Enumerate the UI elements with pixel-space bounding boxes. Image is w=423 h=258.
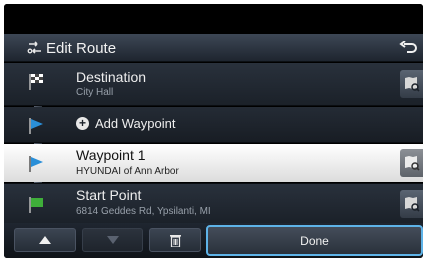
header-bar: Edit Route [4,34,423,62]
trash-icon [169,234,181,247]
blue-flag-icon [29,156,43,172]
add-waypoint-button[interactable]: + Add Waypoint [76,116,175,131]
route-item-start-point[interactable]: Start Point 6814 Geddes Rd, Ypsilanti, M… [4,183,423,223]
arrow-down-icon [106,236,119,244]
plus-circle-icon: + [76,117,89,130]
destination-map-search-button[interactable] [400,70,423,98]
waypoint-1-title: Waypoint 1 [76,147,146,163]
destination-subtitle: City Hall [76,87,114,98]
start-point-map-search-button[interactable] [400,190,423,218]
done-button[interactable]: Done [206,225,423,256]
green-flag-icon [29,197,43,213]
waypoint-1-map-search-button[interactable] [400,149,423,177]
move-down-button[interactable] [82,228,143,252]
status-bar [4,4,423,34]
nav-screen: Edit Route Destination City Hall + Add W… [4,4,423,258]
map-search-icon [404,77,420,92]
checkered-flag-icon [29,74,43,90]
delete-button[interactable] [149,228,201,252]
arrow-up-icon [39,236,51,244]
route-item-destination[interactable]: Destination City Hall [4,63,423,106]
map-search-icon [404,197,420,212]
blue-flag-icon [29,118,43,134]
move-up-button[interactable] [14,228,76,252]
page-title: Edit Route [46,40,117,57]
back-arrow-icon [398,41,417,53]
route-item-add-waypoint: + Add Waypoint [4,107,423,143]
start-point-subtitle: 6814 Geddes Rd, Ypsilanti, MI [76,206,211,217]
back-button[interactable] [392,35,423,61]
route-edit-icon [27,41,41,54]
start-point-title: Start Point [76,187,142,203]
route-item-waypoint-1[interactable]: Waypoint 1 HYUNDAI of Ann Arbor [4,144,423,182]
bottom-toolbar: Done [4,223,423,258]
destination-title: Destination [76,69,147,85]
done-label: Done [300,233,329,248]
waypoint-1-subtitle: HYUNDAI of Ann Arbor [76,166,179,177]
add-waypoint-label: Add Waypoint [95,116,176,131]
map-search-icon [404,156,420,171]
